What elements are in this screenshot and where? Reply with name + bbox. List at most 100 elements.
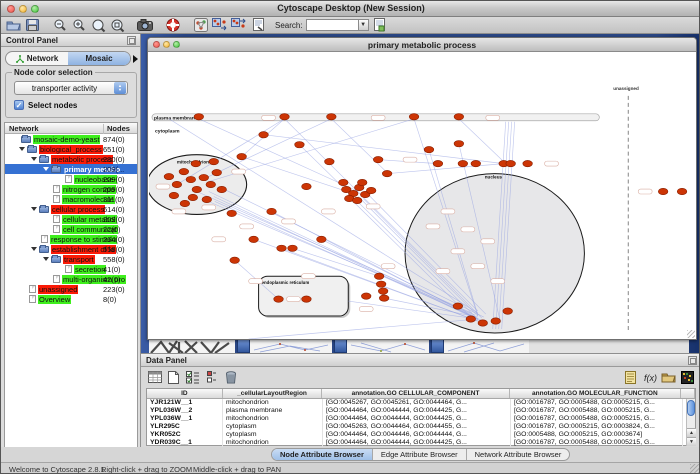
table-cell[interactable]: mitochondrion — [223, 399, 323, 407]
network-tree-row[interactable]: secretion41(0) — [5, 264, 137, 274]
delete-attribute-icon[interactable] — [223, 370, 238, 385]
overview-window-fragment[interactable] — [149, 339, 235, 353]
network-edge[interactable] — [388, 164, 504, 174]
network-tree-row[interactable]: cell communicat22(0) — [5, 224, 137, 234]
table-cell[interactable]: YPL036W__2 — [147, 407, 223, 415]
expand-arrow-icon[interactable] — [31, 207, 37, 211]
network-node[interactable] — [237, 153, 247, 159]
scroll-up-icon[interactable]: ▲ — [687, 428, 696, 437]
window-fragment[interactable] — [347, 339, 429, 353]
network-name[interactable]: cellular process — [51, 205, 105, 214]
search-input[interactable] — [306, 19, 358, 31]
window-resize-grip[interactable] — [687, 330, 695, 338]
network-node[interactable] — [209, 158, 219, 164]
tab-network-attribute-browser[interactable]: Network Attribute Browser — [467, 449, 570, 460]
table-cell[interactable]: YPL036W__1 — [147, 415, 223, 423]
table-scrollbar[interactable]: ▲ ▼ — [686, 399, 695, 446]
network-node[interactable] — [277, 245, 287, 251]
tab-overflow-icon[interactable] — [133, 55, 138, 63]
network-node[interactable] — [677, 188, 687, 194]
float-data-panel-icon[interactable] — [688, 356, 697, 365]
network-edge[interactable] — [249, 319, 478, 339]
search-dropdown-icon[interactable]: ▼ — [358, 19, 369, 31]
float-panel-icon[interactable] — [127, 36, 136, 45]
table-column-header[interactable]: annotation.GO MOLECULAR_FUNCTION — [510, 389, 681, 398]
network-tree-row[interactable]: multi-organism pro42(0) — [5, 274, 137, 284]
network-node[interactable] — [202, 196, 212, 202]
expand-arrow-icon[interactable] — [19, 147, 25, 151]
tab-network[interactable]: Network — [6, 52, 68, 65]
network-edge[interactable] — [292, 248, 379, 276]
network-node[interactable] — [374, 273, 384, 279]
network-node[interactable] — [186, 176, 196, 182]
network-node[interactable] — [191, 160, 201, 166]
network-tree-row[interactable]: establishment of lo558(0) — [5, 244, 137, 254]
new-attribute-icon[interactable] — [166, 370, 181, 385]
window-fragment[interactable] — [529, 339, 689, 353]
network-node[interactable] — [454, 114, 464, 120]
select-attributes-icon[interactable] — [147, 370, 162, 385]
network-tree-row[interactable]: nitrogen compo209(0) — [5, 184, 137, 194]
zoom-selected-icon[interactable] — [90, 18, 106, 33]
network-node[interactable] — [458, 160, 468, 166]
table-cell[interactable]: YDR039C__1 — [147, 439, 223, 447]
layout-icon[interactable] — [193, 18, 209, 33]
open-file-icon[interactable] — [5, 18, 21, 33]
save-session-icon[interactable] — [24, 18, 40, 33]
network-node[interactable] — [503, 308, 513, 314]
expand-arrow-icon[interactable] — [43, 167, 49, 171]
table-row[interactable]: YKR052Ccytoplasm[GO:0044464, GO:0044446,… — [147, 431, 695, 439]
network-node[interactable] — [230, 257, 240, 263]
table-cell[interactable]: mitochondrion — [223, 415, 323, 423]
network-node[interactable] — [339, 179, 349, 185]
network-node[interactable] — [172, 181, 182, 187]
network-node[interactable] — [217, 186, 227, 192]
network-node[interactable] — [409, 114, 419, 120]
network-tree-row[interactable]: Overview8(0) — [5, 294, 137, 304]
window-fragment-edge[interactable] — [237, 339, 250, 353]
table-cell[interactable]: [GO:0044464, GO:0044446, GO:0044444, G..… — [323, 431, 511, 439]
app-resize-grip[interactable] — [690, 464, 700, 474]
table-cell[interactable]: [GO:0016787, GO:0005488, GO:0005215, G..… — [511, 399, 683, 407]
network-tree-row[interactable]: biological_process651(0) — [5, 144, 137, 154]
table-cell[interactable]: [GO:0044464, GO:0044444, GO:0044425, G..… — [323, 439, 511, 447]
network-node[interactable] — [357, 179, 367, 185]
import-attributes-icon[interactable] — [661, 370, 676, 385]
window-fragment[interactable] — [444, 339, 529, 353]
network-node[interactable] — [302, 183, 312, 189]
network-node[interactable] — [199, 174, 209, 180]
attribute-checklist-icon[interactable] — [185, 370, 200, 385]
table-column-header[interactable] — [681, 389, 695, 398]
network-tree-row[interactable]: response to stimulu264(0) — [5, 234, 137, 244]
network-edge[interactable] — [459, 119, 504, 162]
network-node[interactable] — [361, 293, 371, 299]
table-column-header[interactable]: _cellularLayoutRegion — [223, 389, 323, 398]
column-network[interactable]: Network — [9, 124, 39, 133]
table-cell[interactable]: YKR052C — [147, 431, 223, 439]
network-tree-row[interactable]: mosaic-demo-yeast874(0) — [5, 134, 137, 144]
network-node[interactable] — [453, 303, 463, 309]
network-canvas[interactable]: plasma membrane cytoplasm mitochondrion … — [149, 52, 695, 339]
expand-arrow-icon[interactable] — [31, 157, 37, 161]
network-node[interactable] — [169, 192, 179, 198]
network-edge[interactable] — [264, 135, 504, 164]
table-row[interactable]: YLR295Ccytoplasm[GO:0045263, GO:0044464,… — [147, 423, 695, 431]
network-node[interactable] — [327, 114, 337, 120]
network-node[interactable] — [378, 288, 388, 294]
network-node[interactable] — [274, 296, 284, 302]
network-node[interactable] — [179, 168, 189, 174]
network-name[interactable]: Overview — [38, 295, 71, 304]
table-cell[interactable]: [GO:0045267, GO:0045261, GO:0044464, G..… — [323, 399, 511, 407]
table-column-header[interactable]: ID — [147, 389, 223, 398]
tab-node-attribute-browser[interactable]: Node Attribute Browser — [272, 449, 373, 460]
window-fragment-edge[interactable] — [431, 339, 444, 353]
network-tree-row[interactable]: transport558(0) — [5, 254, 137, 264]
network-node[interactable] — [192, 186, 202, 192]
attribute-editor-icon[interactable] — [623, 370, 638, 385]
network-node[interactable] — [302, 296, 312, 302]
network-node[interactable] — [433, 160, 443, 166]
table-row[interactable]: YJR121W__1mitochondrion[GO:0045267, GO:0… — [147, 399, 695, 407]
network-node[interactable] — [227, 210, 237, 216]
network-node[interactable] — [466, 316, 476, 322]
network-node[interactable] — [506, 160, 516, 166]
